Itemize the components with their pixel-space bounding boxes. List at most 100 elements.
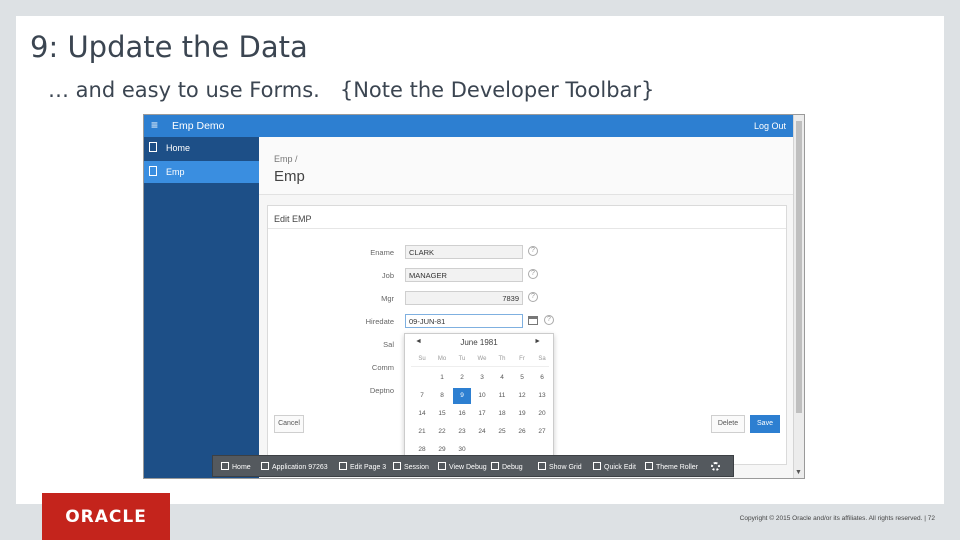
dev-toolbar-label: Debug <box>502 464 523 471</box>
app-screenshot: ≡ Emp Demo Log Out Home Emp Emp / Emp Ed… <box>143 114 805 479</box>
dev-toolbar-item-settings[interactable] <box>711 462 720 472</box>
datepicker-header: June 1981 ◄ ► <box>405 338 553 350</box>
next-month-icon[interactable]: ► <box>534 338 541 345</box>
grid-icon <box>538 462 546 470</box>
dev-toolbar-item-session[interactable]: Session <box>393 462 429 471</box>
weekday-header: Fr <box>519 356 525 362</box>
mgr-field[interactable]: 7839 <box>405 291 523 305</box>
calendar-day[interactable]: 7 <box>413 388 431 404</box>
hiredate-label: Hiredate <box>365 317 394 326</box>
datepicker-month: June 1981 <box>460 338 498 347</box>
calendar-day[interactable]: 8 <box>433 388 451 404</box>
dev-toolbar-item-show-grid[interactable]: Show Grid <box>538 462 582 471</box>
prev-month-icon[interactable]: ◄ <box>415 338 422 345</box>
main-content: Emp / Emp Edit EMP Ename CLARK ? Job MAN… <box>259 137 794 478</box>
calendar-day[interactable]: 12 <box>513 388 531 404</box>
weekday-header: Th <box>498 356 506 362</box>
save-button[interactable]: Save <box>750 415 780 433</box>
calendar-day[interactable]: 15 <box>433 406 451 422</box>
ename-help-icon[interactable]: ? <box>528 246 538 256</box>
calendar-day[interactable]: 17 <box>473 406 491 422</box>
dev-toolbar-label: Edit Page 3 <box>350 464 387 471</box>
calendar-day[interactable]: 3 <box>473 370 491 386</box>
calendar-day[interactable]: 14 <box>413 406 431 422</box>
calendar-day[interactable]: 20 <box>533 406 551 422</box>
weekday-header: Su <box>418 356 426 362</box>
dev-toolbar-item-edit-page-3[interactable]: Edit Page 3 <box>339 462 386 471</box>
sidebar-item-emp[interactable]: Emp <box>144 161 259 183</box>
calendar-day[interactable]: 25 <box>493 424 511 440</box>
vertical-scrollbar[interactable]: ▼ <box>793 115 804 478</box>
dev-toolbar-label: View Debug <box>449 464 487 471</box>
dev-toolbar-item-theme-roller[interactable]: Theme Roller <box>645 462 698 471</box>
datepicker-popup: June 1981 ◄ ► Su Mo Tu We Th Fr Sa 1 2 3 4 5 6 7 8 9 10 1… <box>404 333 554 459</box>
calendar-day[interactable]: 10 <box>473 388 491 404</box>
debug-icon <box>491 462 499 470</box>
calendar-day-selected[interactable]: 9 <box>453 388 471 404</box>
calendar-day[interactable]: 1 <box>433 370 451 386</box>
calendar-day[interactable]: 19 <box>513 406 531 422</box>
job-help-icon[interactable]: ? <box>528 269 538 279</box>
calendar-day[interactable]: 2 <box>453 370 471 386</box>
region-title: Edit EMP <box>274 214 312 224</box>
sidebar-item-label: Home <box>166 143 191 153</box>
calendar-day[interactable]: 22 <box>433 424 451 440</box>
breadcrumb[interactable]: Emp / <box>274 154 298 164</box>
dev-toolbar-label: Application 97263 <box>272 464 328 471</box>
calendar-day[interactable]: 11 <box>493 388 511 404</box>
ename-label: Ename <box>370 248 394 257</box>
dev-toolbar-label: Show Grid <box>549 464 582 471</box>
calendar-day[interactable]: 21 <box>413 424 431 440</box>
calendar-day[interactable]: 26 <box>513 424 531 440</box>
logout-link[interactable]: Log Out <box>754 121 786 131</box>
cancel-button[interactable]: Cancel <box>274 415 304 433</box>
dev-toolbar-item-view-debug[interactable]: View Debug <box>438 462 487 471</box>
sidebar-item-home[interactable]: Home <box>144 137 259 159</box>
dev-toolbar-item-quick-edit[interactable]: Quick Edit <box>593 462 636 471</box>
dev-toolbar-item-debug[interactable]: Debug <box>491 462 523 471</box>
calendar-day[interactable]: 23 <box>453 424 471 440</box>
sidebar-item-label: Emp <box>166 167 185 177</box>
page-header: Emp / Emp <box>259 137 794 195</box>
delete-button[interactable]: Delete <box>711 415 745 433</box>
hiredate-field[interactable]: 09-JUN-81 <box>405 314 523 328</box>
ename-field[interactable]: CLARK <box>405 245 523 259</box>
dev-toolbar-item-application-97263[interactable]: Application 97263 <box>261 462 328 471</box>
datepicker-divider <box>411 366 549 367</box>
calendar-day[interactable]: 27 <box>533 424 551 440</box>
sal-label: Sal <box>383 340 394 349</box>
dev-toolbar-label: Quick Edit <box>604 464 636 471</box>
dev-toolbar-item-home[interactable]: Home <box>221 462 251 471</box>
mgr-help-icon[interactable]: ? <box>528 292 538 302</box>
job-label: Job <box>381 271 394 280</box>
application-icon <box>261 462 269 470</box>
calendar-day[interactable]: 18 <box>493 406 511 422</box>
edit-page-icon <box>339 462 347 470</box>
weekday-header: Mo <box>437 356 447 362</box>
job-field[interactable]: MANAGER <box>405 268 523 282</box>
slide: 9: Update the Data … and easy to use For… <box>16 16 944 504</box>
calendar-day[interactable]: 4 <box>493 370 511 386</box>
sidebar: Home Emp <box>144 137 259 478</box>
slide-title: 9: Update the Data <box>30 30 308 64</box>
quick-edit-icon <box>593 462 601 470</box>
calendar-day[interactable]: 5 <box>513 370 531 386</box>
app-name[interactable]: Emp Demo <box>172 120 225 132</box>
scrollbar-thumb[interactable] <box>796 121 802 413</box>
view-debug-icon <box>438 462 446 470</box>
calendar-day[interactable]: 24 <box>473 424 491 440</box>
gear-icon <box>711 462 720 471</box>
calendar-day[interactable]: 16 <box>453 406 471 422</box>
theme-roller-icon <box>645 462 653 470</box>
scroll-down-icon[interactable]: ▼ <box>795 469 802 476</box>
hiredate-help-icon[interactable]: ? <box>544 315 554 325</box>
comm-label: Comm <box>371 363 394 372</box>
weekday-header: Tu <box>458 356 466 362</box>
calendar-icon[interactable] <box>528 316 538 325</box>
deptno-label: Deptno <box>369 386 394 395</box>
session-icon <box>393 462 401 470</box>
dev-toolbar-label: Theme Roller <box>656 464 699 471</box>
calendar-day[interactable]: 13 <box>533 388 551 404</box>
hamburger-menu-icon[interactable]: ≡ <box>151 118 158 132</box>
calendar-day[interactable]: 6 <box>533 370 551 386</box>
